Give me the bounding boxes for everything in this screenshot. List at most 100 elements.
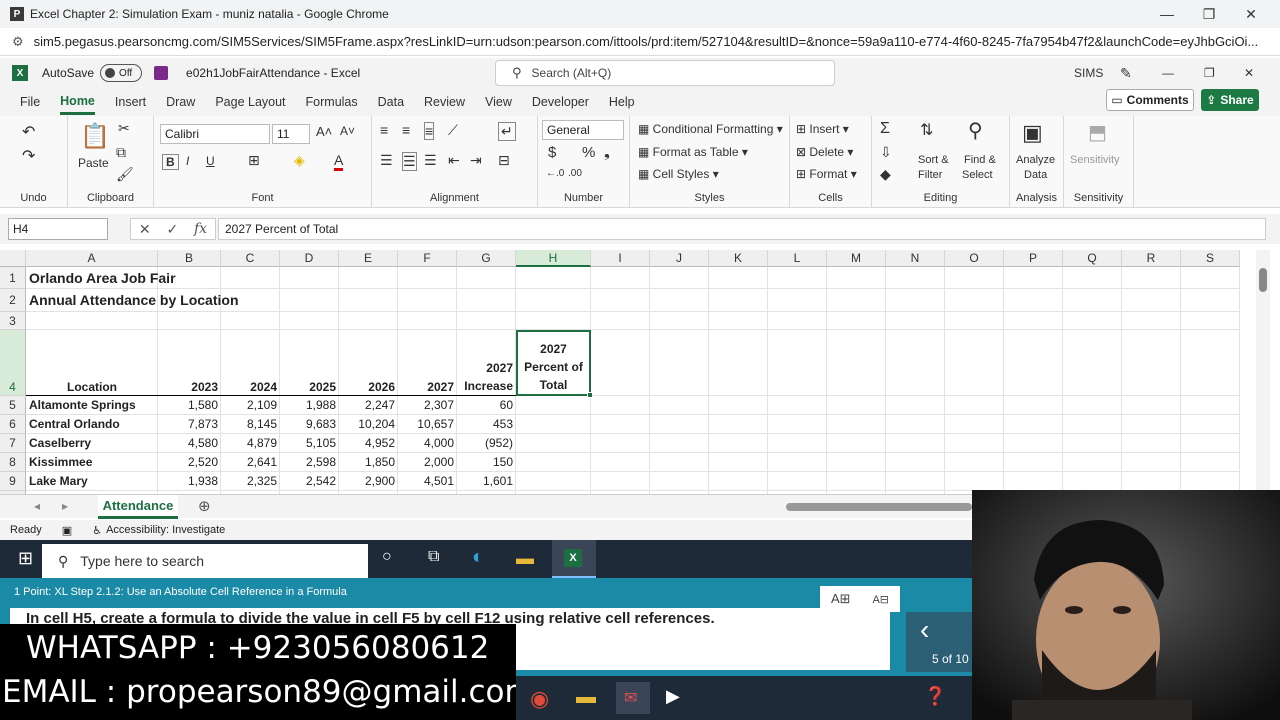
horizontal-scrollbar[interactable] [786, 503, 972, 511]
value-cell[interactable]: 1,580 [158, 396, 221, 415]
bold-icon[interactable]: B [162, 154, 179, 170]
grid-cell[interactable] [827, 453, 886, 472]
help-icon[interactable]: ❓ [924, 686, 946, 707]
underline-icon[interactable]: U [206, 154, 215, 168]
grid-cell[interactable] [945, 453, 1004, 472]
column-header-a[interactable]: A [26, 250, 158, 267]
value-cell[interactable]: 10,204 [339, 415, 398, 434]
grid-cell[interactable] [591, 472, 650, 491]
grid-cell[interactable] [768, 330, 827, 396]
value-cell[interactable]: (952) [457, 434, 516, 453]
grid-cell[interactable] [398, 312, 457, 330]
grid-cell[interactable] [768, 453, 827, 472]
align-right-icon[interactable]: ☰ [424, 152, 437, 169]
grid-cell[interactable] [516, 289, 591, 312]
accessibility-icon[interactable]: ♿ [92, 524, 102, 537]
grid-cell[interactable] [827, 289, 886, 312]
header-year-2027[interactable]: 2027 [398, 330, 457, 396]
clear-icon[interactable]: ◆ [880, 166, 891, 183]
font-size-select[interactable]: 11 [272, 124, 310, 144]
cell-styles-button[interactable]: ▦ Cell Styles ▾ [638, 167, 719, 181]
middle-align-icon[interactable]: ≡ [402, 122, 410, 138]
location-cell[interactable]: Lake Mary [26, 472, 158, 491]
tab-data[interactable]: Data [378, 91, 404, 113]
file-explorer-icon[interactable]: ▬ [516, 548, 534, 569]
grid-cell[interactable] [280, 289, 339, 312]
excel-taskbar-button[interactable]: X [552, 540, 596, 578]
grid-cell[interactable] [768, 312, 827, 330]
select-all-corner[interactable] [0, 250, 26, 267]
decrease-decimal-icon[interactable]: .00 [568, 168, 582, 179]
user-name[interactable]: SIMS [1074, 58, 1103, 88]
app-taskbar-button[interactable]: ✉ [616, 682, 650, 714]
percent-icon[interactable]: % [582, 144, 595, 161]
row-header-9[interactable]: 9 [0, 472, 26, 491]
paste-label[interactable]: Paste [78, 156, 109, 170]
value-cell[interactable]: 1,988 [280, 396, 339, 415]
grid-cell[interactable] [827, 330, 886, 396]
sort-filter-label-2[interactable]: Filter [918, 169, 942, 181]
column-header-e[interactable]: E [339, 250, 398, 267]
tab-help[interactable]: Help [609, 91, 635, 113]
grid-cell[interactable] [945, 415, 1004, 434]
value-cell[interactable]: 10,657 [398, 415, 457, 434]
grid-cell[interactable] [516, 312, 591, 330]
analyze-data-label-2[interactable]: Data [1024, 169, 1047, 181]
grid-cell[interactable] [1181, 396, 1240, 415]
align-center-icon[interactable]: ☰ [402, 152, 417, 171]
header-2027-increase[interactable]: 2027 Increase [457, 330, 516, 396]
redo-icon[interactable]: ↷ [22, 146, 35, 166]
align-left-icon[interactable]: ☰ [380, 152, 393, 169]
delete-cells-button[interactable]: ⊠ Delete ▾ [796, 145, 853, 159]
grid-cell[interactable] [1004, 330, 1063, 396]
grid-cell[interactable] [591, 396, 650, 415]
grid-cell[interactable] [1122, 267, 1181, 289]
bottom-align-icon[interactable]: ≡ [424, 122, 435, 140]
italic-icon[interactable]: I [186, 154, 189, 168]
column-header-f[interactable]: F [398, 250, 457, 267]
grid-cell[interactable] [650, 330, 709, 396]
grid-cell[interactable] [650, 312, 709, 330]
share-button[interactable]: ⇪ Share [1201, 89, 1259, 111]
format-as-table-button[interactable]: ▦ Format as Table ▾ [638, 145, 748, 159]
row-header-1[interactable]: 1 [0, 267, 26, 289]
paste-icon[interactable]: 📋 [80, 122, 110, 151]
grid-cell[interactable] [1063, 434, 1122, 453]
value-cell[interactable]: 2,109 [221, 396, 280, 415]
grid-cell[interactable] [516, 453, 591, 472]
folder-icon[interactable]: ▬ [576, 686, 596, 709]
tab-developer[interactable]: Developer [532, 91, 589, 113]
add-sheet-icon[interactable]: ⊕ [198, 497, 211, 515]
grid-cell[interactable] [886, 289, 945, 312]
grid-cell[interactable] [457, 289, 516, 312]
grid-cell[interactable] [1181, 289, 1240, 312]
header-year-2024[interactable]: 2024 [221, 330, 280, 396]
value-cell[interactable]: 2,520 [158, 453, 221, 472]
number-format-select[interactable]: General [542, 120, 624, 140]
grid-cell[interactable] [1181, 472, 1240, 491]
grid-cell[interactable] [1063, 330, 1122, 396]
grid-cell[interactable] [1122, 453, 1181, 472]
grid-cell[interactable] [827, 396, 886, 415]
grid-cell[interactable] [650, 415, 709, 434]
grid-cell[interactable] [768, 396, 827, 415]
grid-cell[interactable] [516, 267, 591, 289]
search-box[interactable]: ⚲ Search (Alt+Q) [495, 60, 835, 86]
grid-cell[interactable] [1004, 453, 1063, 472]
grid-cell[interactable] [945, 267, 1004, 289]
cut-icon[interactable]: ✂ [118, 120, 130, 137]
grid-cell[interactable] [1004, 396, 1063, 415]
taskbar-search[interactable]: ⚲ Type here to search [42, 544, 368, 578]
sort-filter-icon[interactable]: ⇅ [920, 120, 933, 140]
grid-cell[interactable] [280, 267, 339, 289]
close-window-button[interactable]: ✕ [1230, 0, 1272, 28]
next-sheet-icon[interactable]: ▸ [62, 499, 68, 513]
windows-start-icon[interactable]: ⊞ [18, 548, 33, 569]
grid-cell[interactable] [1004, 472, 1063, 491]
excel-close-button[interactable]: ✕ [1244, 58, 1254, 88]
value-cell[interactable]: 4,501 [398, 472, 457, 491]
grid-cell[interactable] [709, 434, 768, 453]
value-cell[interactable]: 8,145 [221, 415, 280, 434]
previous-question-icon[interactable]: ‹ [920, 614, 929, 646]
decrease-indent-icon[interactable]: ⇤ [448, 152, 460, 169]
